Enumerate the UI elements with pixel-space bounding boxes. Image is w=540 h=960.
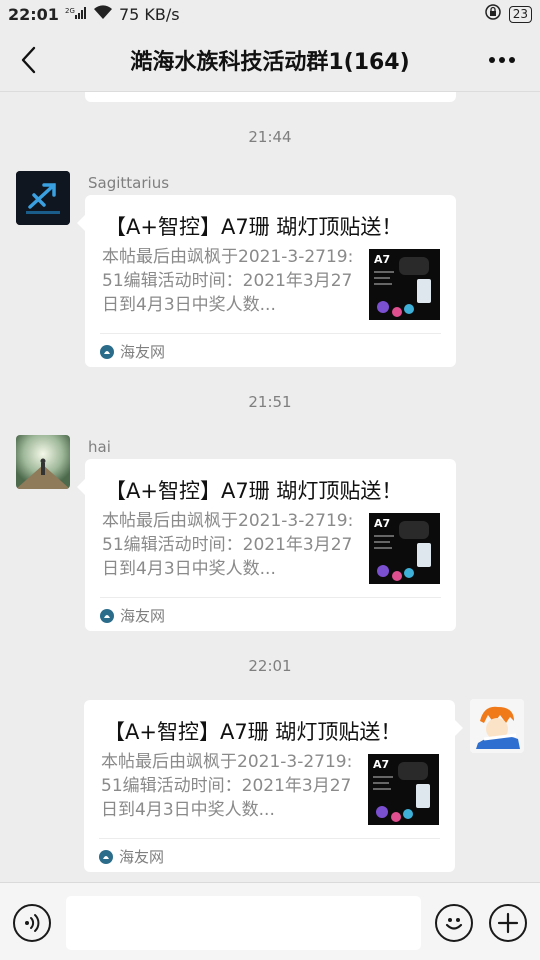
card-thumbnail: A7: [369, 513, 440, 584]
card-divider: [100, 333, 441, 334]
chat-area[interactable]: 21:44 Sagittarius 【A+智控】A7珊 瑚灯顶贴送！ 本帖最后由…: [0, 92, 540, 882]
card-thumbnail: A7: [369, 249, 440, 320]
sender-name: hai: [88, 438, 111, 456]
thumb-label: A7: [374, 253, 390, 266]
self-avatar-image: [470, 699, 524, 753]
chat-header: 澔海水族科技活动群1(164): [0, 28, 540, 92]
back-button[interactable]: [14, 42, 42, 78]
link-card[interactable]: 【A+智控】A7珊 瑚灯顶贴送！ 本帖最后由飒枫于2021-3-2719:51编…: [77, 195, 456, 367]
card-source: 海友网: [100, 605, 165, 626]
card-description: 本帖最后由飒枫于2021-3-2719:51编辑活动时间：2021年3月27日到…: [102, 247, 354, 315]
timestamp: 21:51: [248, 393, 292, 411]
previous-card-partial[interactable]: [85, 92, 456, 102]
source-name: 海友网: [119, 848, 165, 866]
network-speed: 75 KB/s: [118, 4, 180, 24]
card-thumbnail: A7: [368, 754, 439, 825]
plus-button[interactable]: [489, 904, 527, 942]
status-time: 22:01: [8, 4, 59, 24]
sagittarius-avatar-image: [16, 171, 70, 225]
signal-icon: 2G: [65, 5, 87, 24]
voice-icon: [25, 914, 40, 932]
card-description: 本帖最后由飒枫于2021-3-2719:51编辑活动时间：2021年3月27日到…: [101, 752, 353, 820]
voice-button[interactable]: [13, 904, 51, 942]
card-divider: [99, 838, 440, 839]
avatar-hai[interactable]: [16, 435, 70, 489]
chevron-left-icon: [21, 46, 36, 74]
more-button[interactable]: [486, 46, 518, 74]
sender-name: Sagittarius: [88, 174, 170, 192]
card-divider: [100, 597, 441, 598]
input-bar: [0, 882, 540, 960]
status-bar: 22:01 2G 75 KB/s 23: [0, 0, 540, 28]
avatar-sagittarius[interactable]: [16, 171, 70, 225]
avatar-self[interactable]: [470, 699, 524, 753]
card-title: 【A+智控】A7珊 瑚灯顶贴送！: [104, 720, 402, 744]
timestamp: 21:44: [248, 128, 292, 146]
card-source: 海友网: [100, 341, 165, 362]
source-name: 海友网: [120, 607, 166, 625]
source-logo-icon: [100, 608, 114, 623]
link-card[interactable]: 【A+智控】A7珊 瑚灯顶贴送！ 本帖最后由飒枫于2021-3-2719:51编…: [84, 700, 463, 872]
link-card[interactable]: 【A+智控】A7珊 瑚灯顶贴送！ 本帖最后由飒枫于2021-3-2719:51编…: [77, 459, 456, 631]
card-description: 本帖最后由飒枫于2021-3-2719:51编辑活动时间：2021年3月27日到…: [102, 511, 354, 579]
thumb-label: A7: [373, 758, 389, 771]
plus-icon: [497, 912, 519, 934]
chat-title: 澔海水族科技活动群1(164): [130, 49, 410, 75]
card-title: 【A+智控】A7珊 瑚灯顶贴送！: [105, 215, 403, 239]
svg-text:2G: 2G: [65, 7, 75, 15]
timestamp: 22:01: [248, 657, 292, 675]
lock-rotation-icon: [484, 4, 501, 24]
more-dots-icon: [489, 57, 515, 63]
emoji-icon: [445, 918, 463, 930]
battery-indicator: 23: [508, 5, 532, 23]
message-input[interactable]: [66, 896, 421, 950]
hai-avatar-image: [16, 435, 70, 489]
wifi-icon: [93, 4, 113, 24]
card-source: 海友网: [99, 846, 164, 867]
thumb-label: A7: [374, 517, 390, 530]
source-logo-icon: [100, 344, 114, 359]
emoji-button[interactable]: [435, 904, 473, 942]
source-name: 海友网: [120, 343, 166, 361]
card-title: 【A+智控】A7珊 瑚灯顶贴送！: [105, 479, 403, 503]
source-logo-icon: [99, 849, 113, 864]
